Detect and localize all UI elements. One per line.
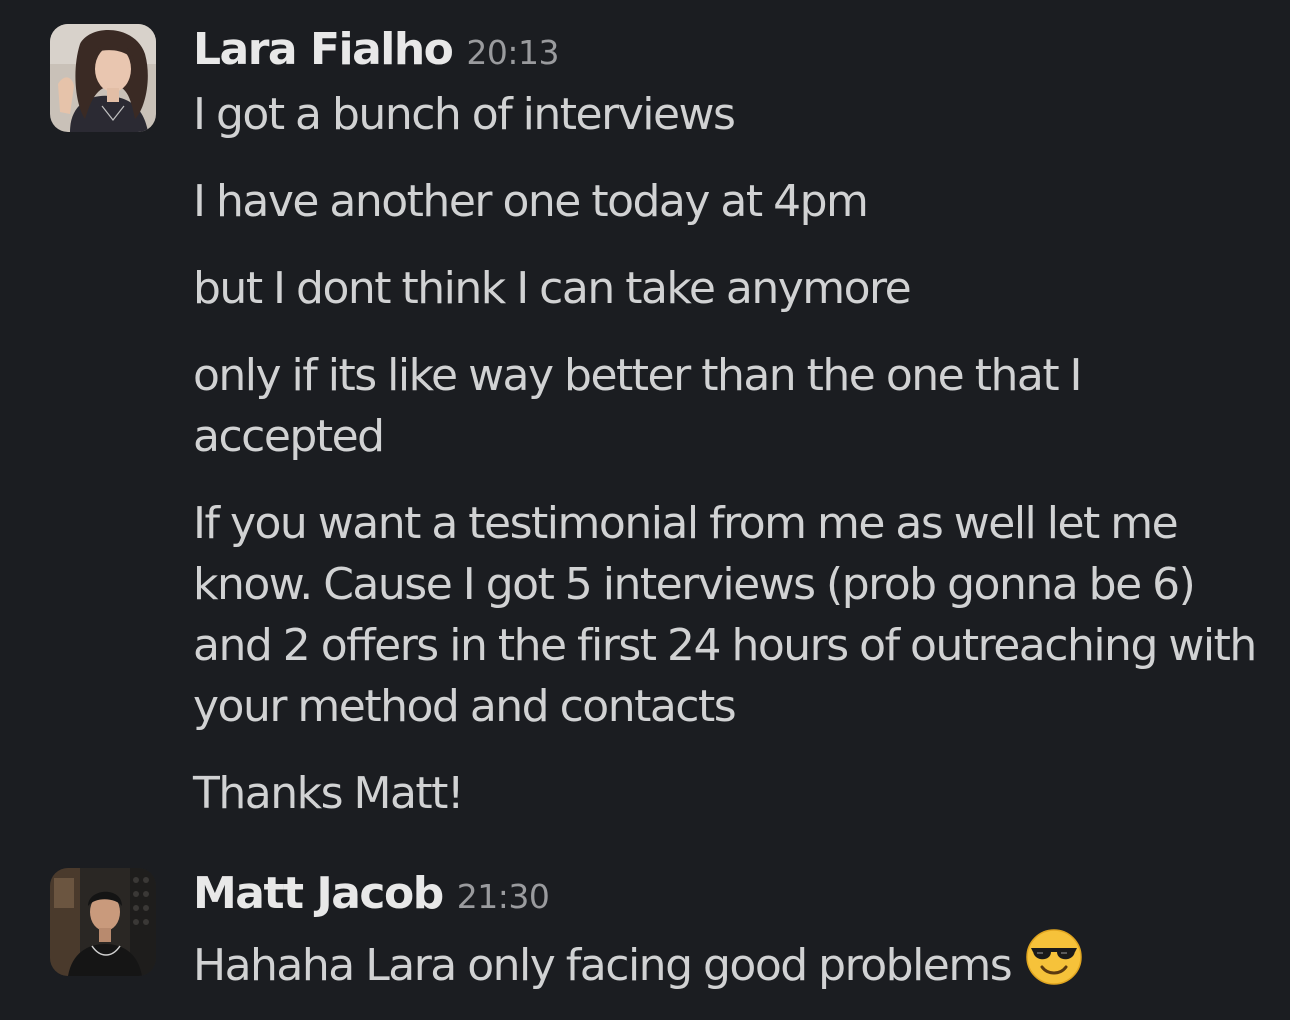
- message-text: I got a bunch of interviews: [193, 89, 736, 140]
- message-text: I have another one today at 4pm: [193, 176, 869, 227]
- matt-avatar-image: [50, 868, 156, 976]
- message-timestamp[interactable]: 20:13: [466, 33, 559, 72]
- avatar[interactable]: [50, 868, 156, 976]
- author-name[interactable]: Matt Jacob: [193, 868, 444, 919]
- avatar[interactable]: [50, 24, 156, 132]
- message-text: only if its like way better than the one…: [193, 350, 1083, 462]
- message-text-span: Hahaha Lara only facing good problems: [193, 940, 1013, 991]
- lara-avatar-image: [50, 24, 156, 132]
- message-text: Thanks Matt!: [193, 768, 465, 819]
- message-text: If you want a testimonial from me as wel…: [193, 498, 1257, 732]
- message-text: but I dont think I can take anymore: [193, 263, 912, 314]
- message-text: Hahaha Lara only facing good problems: [193, 928, 1263, 996]
- author-name[interactable]: Lara Fialho: [193, 24, 454, 75]
- smiling-face-with-sunglasses-icon: [1025, 928, 1083, 986]
- message-timestamp[interactable]: 21:30: [457, 877, 550, 916]
